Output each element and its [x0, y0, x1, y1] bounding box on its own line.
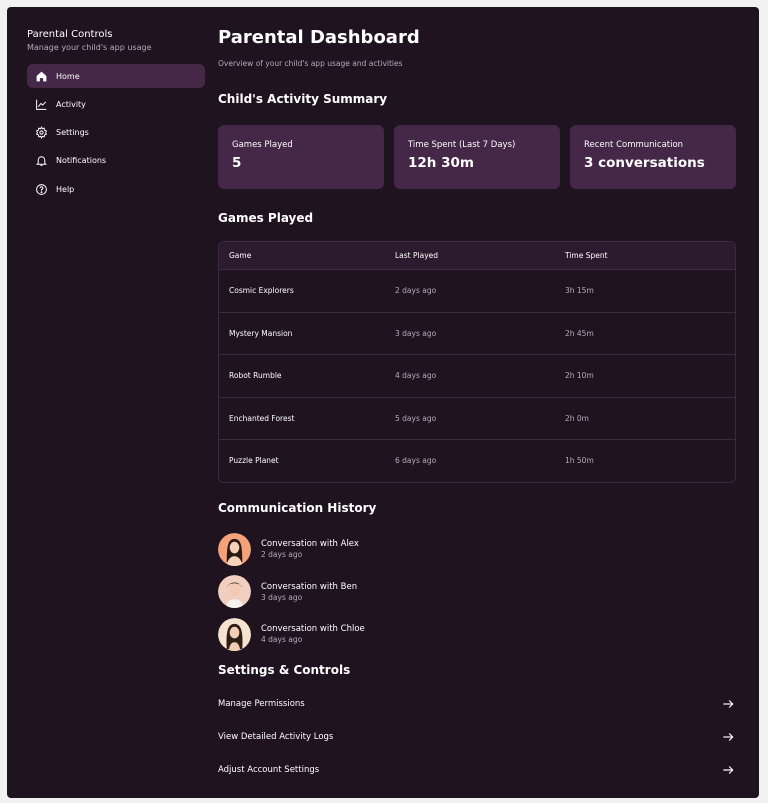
setting-label: Adjust Account Settings [218, 764, 320, 775]
time-spent: 2h 0m [565, 413, 589, 423]
conversation-title: Conversation with Alex [261, 539, 359, 550]
game-name: Puzzle Planet [229, 456, 279, 466]
table-row[interactable]: Mystery Mansion 3 days ago 2h 45m [219, 311, 735, 355]
sidebar-item-label: Notifications [56, 156, 107, 166]
games-table: Game Last Played Time Spent Cosmic Explo… [218, 241, 736, 483]
card-value: 12h 30m [408, 155, 474, 171]
table-header: Game Last Played Time Spent [219, 242, 735, 269]
sidebar-item-label: Settings [56, 128, 89, 138]
arrow-right-icon [723, 732, 734, 741]
settings-section-title: Settings & Controls [218, 663, 351, 677]
sidebar-item-label: Activity [56, 99, 86, 109]
arrow-right-icon [723, 765, 734, 774]
last-played: 4 days ago [395, 371, 437, 381]
sidebar-subtitle: Manage your child's app usage [27, 43, 152, 52]
games-section-title: Games Played [218, 211, 314, 225]
conversation-item-alex[interactable]: Conversation with Alex 2 days ago [218, 528, 618, 571]
page-title: Parental Dashboard [218, 27, 420, 48]
conversation-item-chloe[interactable]: Conversation with Chloe 4 days ago [218, 613, 618, 656]
sidebar-item-settings[interactable]: Settings [27, 121, 205, 145]
arrow-right-icon [723, 699, 734, 708]
setting-label: View Detailed Activity Logs [218, 731, 334, 742]
summary-card-communication: Recent Communication 3 conversations [570, 125, 736, 189]
time-spent: 2h 10m [565, 371, 594, 381]
column-header-last-played: Last Played [395, 251, 439, 260]
sidebar-item-home[interactable]: Home [27, 64, 205, 88]
avatar [218, 575, 251, 609]
card-label: Time Spent (Last 7 Days) [408, 140, 516, 150]
card-value: 5 [232, 155, 242, 171]
app-window: Parental Controls Manage your child's ap… [7, 7, 759, 798]
avatar [218, 532, 251, 566]
last-played: 5 days ago [395, 413, 437, 423]
sidebar-item-label: Home [56, 71, 80, 81]
time-spent: 1h 50m [565, 456, 594, 466]
avatar [218, 617, 251, 651]
sidebar-item-activity[interactable]: Activity [27, 92, 205, 116]
last-played: 2 days ago [395, 286, 437, 296]
bell-icon [35, 154, 48, 167]
conversation-title: Conversation with Ben [261, 581, 358, 592]
sidebar-item-label: Help [56, 184, 75, 194]
time-spent: 2h 45m [565, 328, 594, 338]
game-name: Enchanted Forest [229, 413, 295, 423]
card-label: Recent Communication [584, 140, 684, 150]
sidebar-item-help[interactable]: Help [27, 177, 205, 201]
card-label: Games Played [232, 140, 293, 150]
adjust-account-settings-link[interactable]: Adjust Account Settings [218, 753, 736, 786]
sidebar-item-notifications[interactable]: Notifications [27, 149, 205, 173]
table-row[interactable]: Enchanted Forest 5 days ago 2h 0m [219, 396, 735, 440]
column-header-time-spent: Time Spent [565, 251, 608, 260]
manage-permissions-link[interactable]: Manage Permissions [218, 687, 736, 720]
sidebar-nav: Home Activity Settings Notifications Hel… [27, 64, 205, 201]
game-name: Mystery Mansion [229, 328, 293, 338]
card-value: 3 conversations [584, 155, 705, 171]
conversation-time: 3 days ago [261, 592, 303, 602]
summary-cards: Games Played 5 Time Spent (Last 7 Days) … [218, 125, 736, 189]
summary-card-games: Games Played 5 [218, 125, 384, 189]
summary-section-title: Child's Activity Summary [218, 92, 388, 106]
activity-chart-icon [35, 98, 48, 111]
help-circle-icon [35, 183, 48, 196]
sidebar-title: Parental Controls [27, 29, 113, 40]
settings-list: Manage Permissions View Detailed Activit… [218, 687, 736, 786]
last-played: 3 days ago [395, 328, 437, 338]
column-header-game: Game [229, 251, 252, 260]
last-played: 6 days ago [395, 456, 437, 466]
setting-label: Manage Permissions [218, 698, 305, 709]
conversation-title: Conversation with Chloe [261, 624, 365, 635]
game-name: Robot Rumble [229, 371, 282, 381]
table-row[interactable]: Puzzle Planet 6 days ago 1h 50m [219, 439, 735, 482]
game-name: Cosmic Explorers [229, 286, 294, 296]
communication-section-title: Communication History [218, 501, 377, 515]
sidebar: Parental Controls Manage your child's ap… [27, 29, 205, 205]
gear-icon [35, 126, 48, 140]
conversation-item-ben[interactable]: Conversation with Ben 3 days ago [218, 571, 618, 614]
home-icon [35, 70, 48, 83]
summary-card-time: Time Spent (Last 7 Days) 12h 30m [394, 125, 560, 189]
conversation-time: 2 days ago [261, 550, 303, 560]
view-activity-logs-link[interactable]: View Detailed Activity Logs [218, 720, 736, 753]
table-row[interactable]: Robot Rumble 4 days ago 2h 10m [219, 354, 735, 397]
conversation-time: 4 days ago [261, 635, 303, 645]
communication-list: Conversation with Alex 2 days ago Conver… [218, 528, 618, 656]
page-subtitle: Overview of your child's app usage and a… [218, 59, 403, 68]
table-row[interactable]: Cosmic Explorers 2 days ago 3h 15m [219, 269, 735, 312]
time-spent: 3h 15m [565, 286, 594, 296]
